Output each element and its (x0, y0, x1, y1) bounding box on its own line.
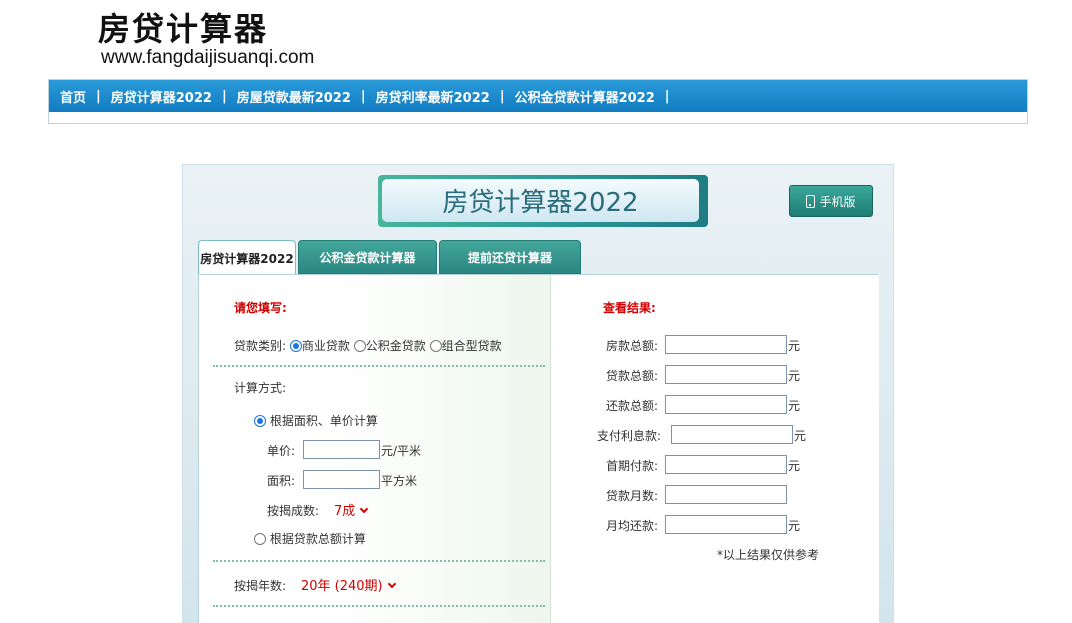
price-label: 单价: (267, 444, 296, 458)
result-interest-input[interactable] (671, 425, 793, 444)
tab-prepayment-calculator[interactable]: 提前还贷计算器 (439, 240, 581, 274)
mobile-version-button[interactable]: 手机版 (789, 185, 873, 217)
years-value: 20年 (240期) (301, 579, 383, 594)
result-label-monthly: 月均还款: (606, 519, 659, 533)
result-column: 查看结果: 房款总额: 元 贷款总额: 元 还款总额: 元 支付利息款: 元 首… (551, 275, 879, 623)
tab-provident-fund-calculator[interactable]: 公积金贷款计算器 (298, 240, 437, 274)
tab-mortgage-calculator[interactable]: 房贷计算器2022 (198, 240, 296, 275)
radio-combined-loan[interactable] (429, 340, 442, 352)
site-logo-title: 房贷计算器 (98, 10, 269, 48)
divider (213, 560, 545, 562)
result-unit: 元 (788, 339, 801, 353)
nav-link-mortgage-rate[interactable]: 房贷利率最新2022 (376, 87, 490, 106)
radio-method-total[interactable] (254, 533, 266, 545)
result-monthly-input[interactable] (665, 515, 787, 534)
result-heading: 查看结果: (603, 301, 656, 315)
input-column: 请您填写: 贷款类别: 商业贷款 公积金贷款 组合型贷款 计算方式: 根据面积、… (199, 275, 551, 623)
result-repay-total-input[interactable] (665, 395, 787, 414)
area-unit: 平方米 (381, 474, 418, 488)
method-area-row: 根据面积、单价计算 (254, 412, 378, 429)
result-label-repay-total: 还款总额: (606, 399, 659, 413)
result-label-interest: 支付利息款: (597, 429, 662, 443)
mortgage-ratio-label: 按揭成数: (267, 504, 320, 518)
chevron-down-icon (360, 504, 369, 514)
calculator-banner: 房贷计算器2022 (378, 175, 708, 227)
price-unit: 元/平米 (381, 444, 422, 458)
result-unit: 元 (794, 429, 807, 443)
result-months-input[interactable] (665, 485, 787, 504)
method-total-row: 根据贷款总额计算 (254, 530, 366, 547)
price-input[interactable] (303, 440, 380, 459)
result-unit: 元 (788, 519, 801, 533)
years-select[interactable]: 20年 (240期) (301, 575, 396, 594)
result-label-months: 贷款月数: (606, 489, 659, 503)
site-url: www.fangdaijisuanqi.com (101, 47, 315, 68)
area-label: 面积: (267, 474, 296, 488)
nav-link-home[interactable]: 首页 (60, 87, 86, 106)
result-label-house-total: 房款总额: (606, 339, 659, 353)
chevron-down-icon (387, 579, 396, 589)
radio-method-area[interactable] (254, 415, 266, 427)
nav-link-house-loan[interactable]: 房屋贷款最新2022 (237, 87, 351, 106)
result-unit: 元 (788, 369, 801, 383)
nav-separator: | (96, 88, 101, 104)
result-label-loan-total: 贷款总额: (606, 369, 659, 383)
commercial-loan-label: 商业贷款 (301, 339, 350, 353)
result-loan-total-input[interactable] (665, 365, 787, 384)
mortgage-ratio-value: 7成 (334, 504, 356, 519)
nav-link-provident-fund[interactable]: 公积金贷款计算器2022 (515, 87, 655, 106)
mortgage-ratio-select[interactable]: 7成 (334, 500, 369, 519)
top-navbar: 首页 | 房贷计算器2022 | 房屋贷款最新2022 | 房贷利率最新2022… (48, 79, 1028, 124)
radio-commercial-loan[interactable] (289, 340, 302, 352)
divider (213, 365, 545, 367)
result-down-payment-input[interactable] (665, 455, 787, 474)
years-label: 按揭年数: (234, 579, 287, 593)
combined-loan-label: 组合型贷款 (441, 339, 502, 353)
result-unit: 元 (788, 399, 801, 413)
nav-separator: | (221, 88, 227, 104)
loan-type-label: 贷款类别: (234, 339, 287, 353)
input-heading: 请您填写: (234, 301, 287, 315)
nav-separator: | (499, 88, 505, 104)
method-total-label: 根据贷款总额计算 (269, 532, 366, 546)
divider (213, 605, 545, 607)
calc-method-label: 计算方式: (234, 381, 287, 395)
loan-type-row: 贷款类别: 商业贷款 公积金贷款 组合型贷款 (234, 337, 502, 354)
result-unit: 元 (788, 459, 801, 473)
calculator-panel: 请您填写: 贷款类别: 商业贷款 公积金贷款 组合型贷款 计算方式: 根据面积、… (198, 274, 879, 623)
provident-loan-label: 公积金贷款 (365, 339, 426, 353)
radio-provident-loan[interactable] (353, 340, 366, 352)
phone-icon (806, 194, 816, 208)
result-note: *以上结果仅供参考 (717, 548, 820, 562)
mobile-version-label: 手机版 (819, 194, 856, 209)
calculator-banner-title: 房贷计算器2022 (382, 179, 699, 222)
nav-link-mortgage-calc[interactable]: 房贷计算器2022 (111, 87, 212, 106)
method-area-label: 根据面积、单价计算 (269, 414, 378, 428)
result-label-down-payment: 首期付款: (606, 459, 659, 473)
result-house-total-input[interactable] (665, 335, 787, 354)
calculator-container: 房贷计算器2022 手机版 房贷计算器2022 公积金贷款计算器 提前还贷计算器… (182, 164, 894, 623)
area-input[interactable] (303, 470, 380, 489)
nav-separator: | (360, 88, 366, 104)
nav-separator: | (664, 88, 670, 104)
